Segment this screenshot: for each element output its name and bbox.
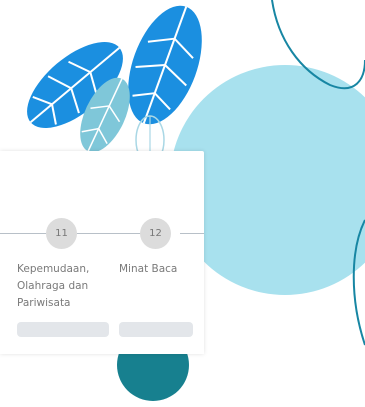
- timeline-line: [180, 233, 204, 234]
- loading-placeholder: [119, 322, 193, 337]
- timeline-line: [0, 233, 46, 234]
- timeline-line: [77, 233, 149, 234]
- step-label-kepemudaan[interactable]: Kepemudaan, Olahraga dan Pariwisata: [17, 261, 117, 312]
- loading-placeholder: [17, 322, 109, 337]
- step-number-12[interactable]: 12: [140, 218, 171, 249]
- program-card: 11 12 Kepemudaan, Olahraga dan Pariwisat…: [0, 151, 204, 354]
- step-label-minat-baca[interactable]: Minat Baca: [119, 261, 201, 278]
- step-number-11[interactable]: 11: [46, 218, 77, 249]
